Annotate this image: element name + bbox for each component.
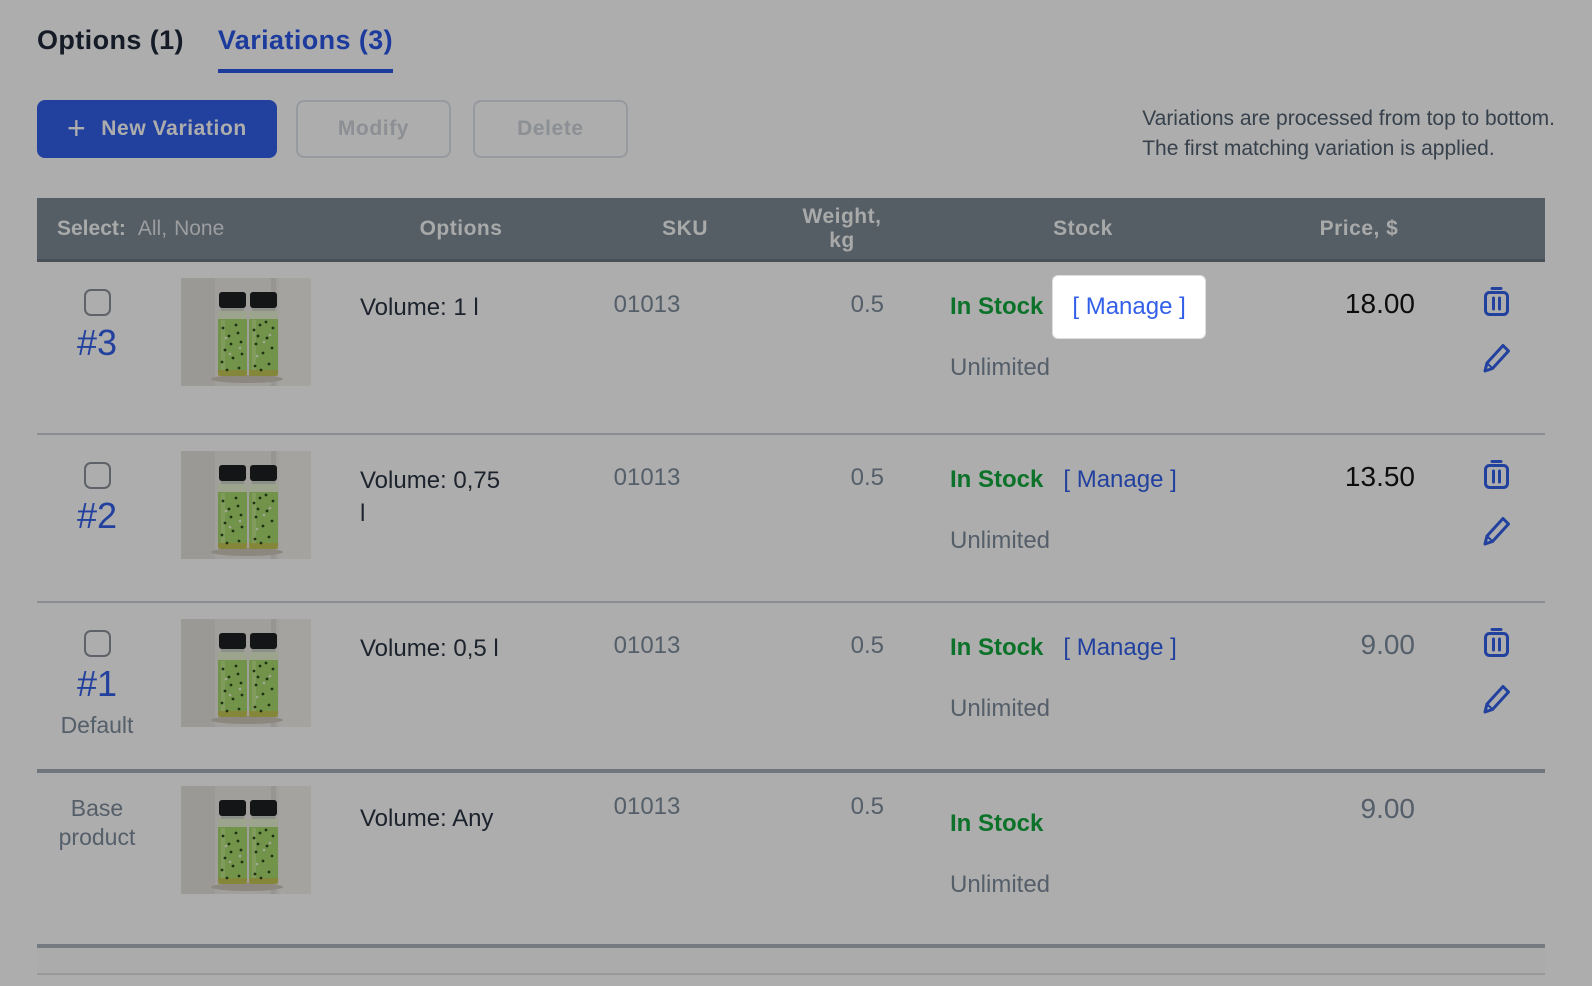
stock-quantity: Unlimited xyxy=(950,695,1244,723)
manage-stock-link-spotlight[interactable]: [ Manage ] xyxy=(1053,276,1204,338)
variation-number-link[interactable]: #3 xyxy=(77,324,117,362)
variation-number-link[interactable]: #1 xyxy=(77,665,117,703)
variation-options: Volume: 1 l xyxy=(360,291,510,324)
tab-variations[interactable]: Variations (3) xyxy=(218,25,393,73)
variation-sku: 01013 xyxy=(562,773,732,944)
variation-weight: 0.5 xyxy=(732,435,892,601)
plus-icon: + xyxy=(67,112,86,144)
variation-sku: 01013 xyxy=(562,435,732,601)
row-checkbox[interactable] xyxy=(84,462,111,489)
variation-price: 18.00 xyxy=(1244,262,1424,433)
column-header-options: Options xyxy=(322,217,562,241)
variations-page: Options (1) Variations (3) + New Variati… xyxy=(0,0,1592,975)
stock-status: In Stock xyxy=(950,634,1043,662)
trash-icon[interactable] xyxy=(1481,284,1512,318)
new-variation-label: New Variation xyxy=(101,117,247,141)
processing-note-line1: Variations are processed from top to bot… xyxy=(1142,104,1555,134)
trash-icon[interactable] xyxy=(1481,457,1512,491)
variations-table: Select: All, None Options SKU Weight, kg S… xyxy=(37,198,1545,975)
stock-status: In Stock xyxy=(950,810,1043,838)
column-header-stock: Stock xyxy=(892,217,1244,241)
delete-button[interactable]: Delete xyxy=(473,100,628,158)
table-header: Select: All, None Options SKU Weight, kg S… xyxy=(37,198,1545,262)
variation-number-link[interactable]: #2 xyxy=(77,497,117,535)
variation-options: Volume: Any xyxy=(360,802,510,835)
variation-sku: 01013 xyxy=(562,262,732,433)
processing-note-line2: The first matching variation is applied. xyxy=(1142,134,1555,164)
stock-quantity: Unlimited xyxy=(950,871,1244,899)
pencil-icon[interactable] xyxy=(1481,341,1512,375)
variation-price: 9.00 xyxy=(1244,603,1424,769)
tabs-bar: Options (1) Variations (3) xyxy=(37,25,1555,73)
manage-stock-link[interactable]: [ Manage ] xyxy=(1063,466,1176,494)
tab-options[interactable]: Options (1) xyxy=(37,25,184,73)
variation-weight: 0.5 xyxy=(732,773,892,944)
column-header-weight: Weight, kg xyxy=(732,205,892,253)
stock-quantity: Unlimited xyxy=(950,354,1244,382)
variation-weight: 0.5 xyxy=(732,262,892,433)
variation-price: 13.50 xyxy=(1244,435,1424,601)
table-footer xyxy=(37,944,1545,975)
pencil-icon[interactable] xyxy=(1481,682,1512,716)
column-header-price: Price, $ xyxy=(1244,217,1424,241)
stock-status: In Stock xyxy=(950,293,1043,321)
product-thumbnail[interactable] xyxy=(181,786,311,894)
new-variation-button[interactable]: + New Variation xyxy=(37,100,277,158)
toolbar: + New Variation Modify Delete Variations… xyxy=(37,100,1555,164)
base-product-label: Base product xyxy=(37,773,157,944)
variation-options: Volume: 0,75 l xyxy=(360,464,510,530)
variation-row-2: #2 Volume: 0,75 l 01013 0.5 In Stock [ M… xyxy=(37,433,1545,601)
variation-row-1: #1 Default Volume: 0,5 l 01013 0.5 In St… xyxy=(37,601,1545,769)
manage-stock-link[interactable]: [ Manage ] xyxy=(1063,634,1176,662)
variation-options: Volume: 0,5 l xyxy=(360,632,510,665)
variation-sku: 01013 xyxy=(562,603,732,769)
product-thumbnail[interactable] xyxy=(181,451,311,559)
variation-price: 9.00 xyxy=(1244,773,1424,944)
variation-weight: 0.5 xyxy=(732,603,892,769)
variation-row-3: #3 Volume: 1 l 01013 0.5 In Stock [ Mana… xyxy=(37,262,1545,433)
base-product-row: Base product Volume: Any 01013 0.5 In St… xyxy=(37,769,1545,944)
stock-quantity: Unlimited xyxy=(950,527,1244,555)
select-separator: , xyxy=(161,217,167,240)
select-none-link[interactable]: None xyxy=(174,217,224,240)
product-thumbnail[interactable] xyxy=(181,619,311,727)
row-checkbox[interactable] xyxy=(84,289,111,316)
column-header-sku: SKU xyxy=(562,217,732,241)
default-badge: Default xyxy=(61,712,134,739)
select-all-link[interactable]: All xyxy=(138,217,161,240)
select-controls: Select: All, None xyxy=(37,217,322,241)
modify-button[interactable]: Modify xyxy=(296,100,451,158)
row-checkbox[interactable] xyxy=(84,630,111,657)
product-thumbnail[interactable] xyxy=(181,278,311,386)
processing-note: Variations are processed from top to bot… xyxy=(1142,100,1555,164)
stock-status: In Stock xyxy=(950,466,1043,494)
select-label: Select: xyxy=(57,217,126,240)
trash-icon[interactable] xyxy=(1481,625,1512,659)
pencil-icon[interactable] xyxy=(1481,514,1512,548)
